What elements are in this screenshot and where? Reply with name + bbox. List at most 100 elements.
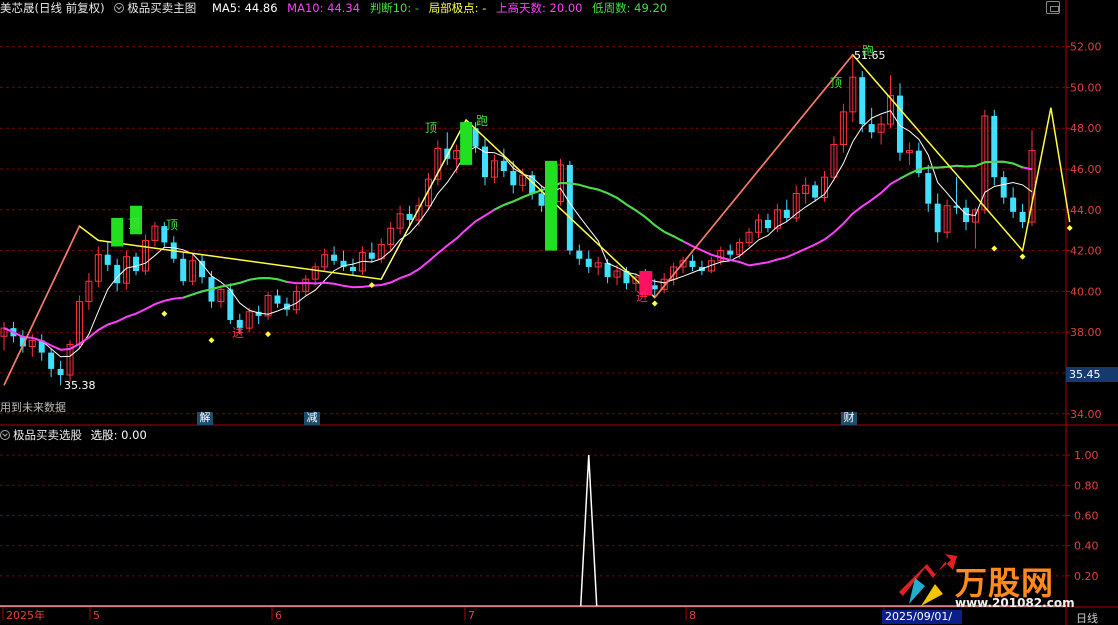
candle-body xyxy=(934,203,941,233)
ma5-value: MA5: 44.86 xyxy=(211,1,278,15)
collapse-icon[interactable] xyxy=(0,430,10,440)
candle-body xyxy=(104,254,111,265)
watermark-url: www.201082.com xyxy=(955,596,1075,610)
trend-up-line xyxy=(654,54,854,298)
pivot-diamond xyxy=(1019,253,1026,260)
ma10-value: MA10: 44.34 xyxy=(287,1,361,15)
candle-body xyxy=(199,260,206,278)
y-tick-label: 52.00 xyxy=(1070,41,1102,54)
ma10-down-segment xyxy=(493,181,684,243)
signal-top-label: 顶 xyxy=(128,217,141,231)
candle-body xyxy=(651,285,658,290)
ma10-down-segment xyxy=(182,276,288,299)
candle-body xyxy=(1019,211,1026,223)
sub-indicator-name: 极品买卖选股 xyxy=(13,428,82,442)
last-price-badge: 35.45 xyxy=(1066,367,1118,382)
low-weeks-value: 低周数: 49.20 xyxy=(592,1,668,15)
y-tick-label: 34.00 xyxy=(1070,408,1102,421)
candle-body xyxy=(274,295,281,304)
y-tick-label: 48.00 xyxy=(1070,122,1102,135)
sell-signal-block xyxy=(545,160,558,251)
up-days-value: 上高天数: 20.00 xyxy=(496,1,583,15)
collapse-icon[interactable] xyxy=(114,3,125,13)
y-tick-label: 0.60 xyxy=(1074,509,1099,522)
event-marker-unlock[interactable]: 解 xyxy=(197,412,213,425)
candle-body xyxy=(227,289,234,320)
signal-top-label: 顶 xyxy=(425,121,438,135)
sell-signal-block xyxy=(460,122,473,165)
y-tick-label: 40.00 xyxy=(1070,285,1102,298)
candle-body xyxy=(331,254,338,261)
pivot-diamond xyxy=(208,337,215,344)
pivot-diamond xyxy=(1066,225,1073,232)
candle-body xyxy=(48,352,55,369)
candle-body xyxy=(406,213,413,220)
candle-body xyxy=(538,193,545,206)
stock-title[interactable]: 美芯晟(日线 前复权) xyxy=(0,1,105,15)
candle-body xyxy=(991,115,998,178)
y-tick-label: 44.00 xyxy=(1070,204,1102,217)
indicator-toggle[interactable]: 极品买卖主图 xyxy=(114,1,202,15)
indicator-name: 极品买卖主图 xyxy=(127,1,197,15)
signal-top-label: 顶 xyxy=(830,76,843,90)
signal-run-label: 跑 xyxy=(476,114,489,128)
maximize-icon[interactable] xyxy=(1046,1,1060,14)
candle-body xyxy=(585,258,592,267)
x-tick-label: 6 xyxy=(275,609,282,622)
brand-logo: 万股网 www.201082.com xyxy=(895,548,1095,610)
low-price-label: 35.38 xyxy=(64,379,96,392)
candle-body xyxy=(604,262,611,278)
candle-body xyxy=(576,250,583,259)
future-data-warning: 用到未来数据 xyxy=(0,401,66,414)
pick-signal-spike xyxy=(579,455,598,607)
signal-enter-label: 进 xyxy=(636,290,649,304)
signal-top-label: 顶 xyxy=(166,218,179,232)
candle-body xyxy=(368,252,375,259)
trend-up-line xyxy=(3,225,81,386)
pivot-diamond xyxy=(368,282,375,289)
sell-signal-block xyxy=(111,217,124,247)
y-tick-label: 38.00 xyxy=(1070,326,1102,339)
y-tick-label: 42.00 xyxy=(1070,245,1102,258)
pivot-diamond xyxy=(651,300,658,307)
pick-value: 选股: 0.00 xyxy=(90,428,147,442)
zigzag-line xyxy=(3,53,1071,386)
signal-run-label: 跑 xyxy=(862,44,875,58)
ma10-line xyxy=(3,160,1033,351)
main-chart-header: 美芯晟(日线 前复权) 极品买卖主图 MA5: 44.86 MA10: 44.3… xyxy=(0,0,1118,16)
candle-body xyxy=(349,266,356,271)
candle-body xyxy=(57,368,64,376)
event-marker-finance[interactable]: 财 xyxy=(841,412,857,425)
candle-body xyxy=(180,258,187,282)
local-extreme-value: 局部极点: - xyxy=(428,1,487,15)
x-tick-label: 5 xyxy=(93,609,100,622)
y-tick-label: 50.00 xyxy=(1070,81,1102,94)
candle-body xyxy=(896,95,903,153)
candle-body xyxy=(689,260,696,267)
candle-body xyxy=(510,171,517,186)
trend-thin-line xyxy=(380,119,467,280)
x-tick-label: 7 xyxy=(468,609,475,622)
current-date-badge: 2025/09/01/一 xyxy=(882,610,962,625)
candle-body xyxy=(868,124,875,133)
candle-body xyxy=(727,250,734,255)
signal-enter-label: 进 xyxy=(232,326,245,340)
candle-body xyxy=(500,160,507,172)
candle-body xyxy=(133,256,140,271)
y-tick-label: 1.00 xyxy=(1074,449,1099,462)
pivot-diamond xyxy=(161,310,168,317)
candle-body xyxy=(566,164,573,251)
sub-chart-header: 极品买卖选股 选股: 0.00 xyxy=(0,427,147,443)
candle-body xyxy=(1010,197,1017,212)
y-tick-label: 0.80 xyxy=(1074,479,1099,492)
event-marker-reduce[interactable]: 减 xyxy=(304,412,320,425)
candle-body xyxy=(1000,177,1007,198)
main-price-chart[interactable]: 34.0036.0038.0040.0042.0044.0046.0048.00… xyxy=(0,0,1118,625)
candle-body xyxy=(812,185,819,198)
x-tick-label: 2025年 xyxy=(6,608,45,622)
period-label[interactable]: 日线 xyxy=(1076,610,1098,625)
candle-body xyxy=(925,173,932,204)
candle-body xyxy=(859,77,866,125)
y-tick-label: 46.00 xyxy=(1070,163,1102,176)
judge-value: 判断10: - xyxy=(369,1,420,15)
